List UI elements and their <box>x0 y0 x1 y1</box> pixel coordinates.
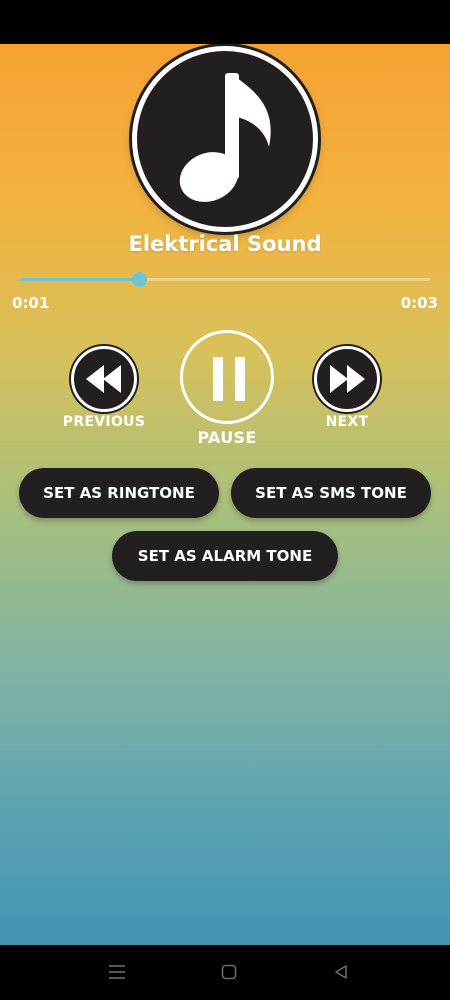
player-screen: Elektrical Sound 0:01 0:03 PREVIOUS PAUS… <box>0 44 450 945</box>
seek-progress <box>20 278 139 281</box>
seek-bar[interactable] <box>20 272 430 287</box>
next-label: NEXT <box>325 414 369 430</box>
pause-icon <box>213 357 223 401</box>
set-alarm-tone-button[interactable]: SET AS ALARM TONE <box>112 531 338 581</box>
back-icon[interactable] <box>334 964 348 980</box>
album-art <box>132 46 318 232</box>
next-button[interactable] <box>314 346 380 412</box>
rewind-icon <box>86 365 121 393</box>
current-time: 0:01 <box>12 294 50 312</box>
status-bar <box>0 0 450 44</box>
home-icon[interactable] <box>221 964 237 980</box>
pause-icon <box>235 357 245 401</box>
pause-button[interactable] <box>180 330 274 424</box>
total-time: 0:03 <box>400 294 438 312</box>
recent-apps-icon[interactable] <box>108 964 126 980</box>
fast-forward-icon <box>330 365 365 393</box>
set-ringtone-button[interactable]: SET AS RINGTONE <box>19 468 219 518</box>
previous-label: PREVIOUS <box>62 414 146 430</box>
seek-thumb[interactable] <box>131 272 147 287</box>
track-title: Elektrical Sound <box>128 232 322 256</box>
system-navigation-bar <box>0 945 450 1000</box>
set-sms-tone-button[interactable]: SET AS SMS TONE <box>231 468 431 518</box>
pause-label: PAUSE <box>197 428 257 447</box>
music-note-icon <box>179 73 271 202</box>
previous-button[interactable] <box>71 346 137 412</box>
